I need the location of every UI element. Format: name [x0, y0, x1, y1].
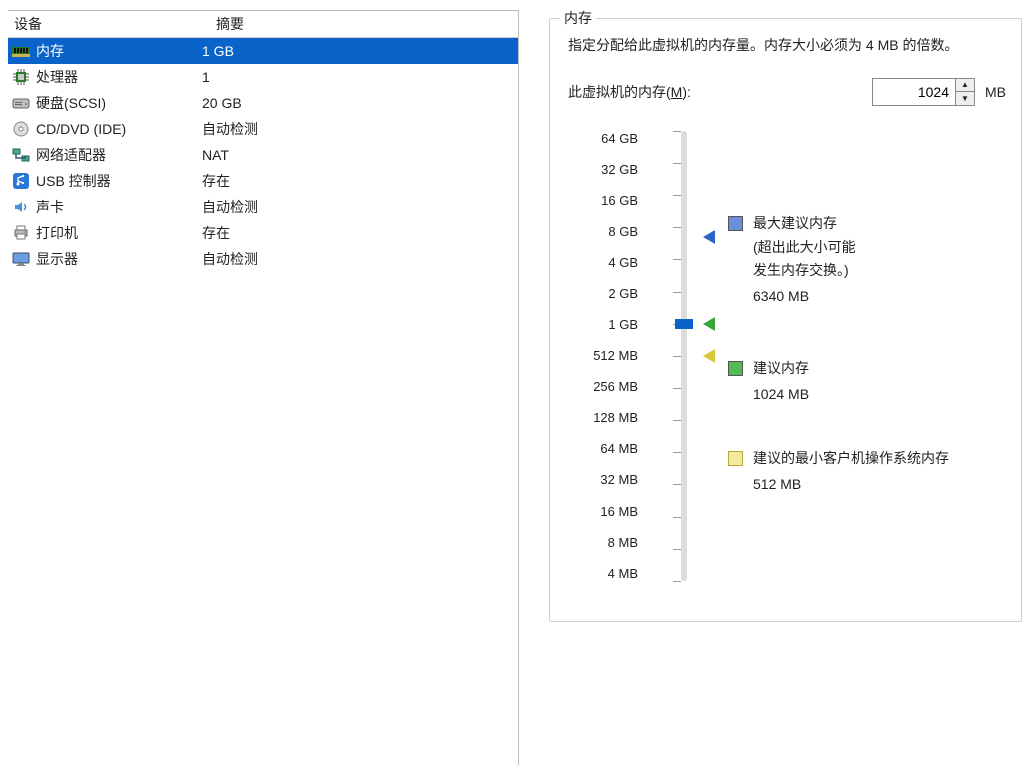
memory-input[interactable]: [873, 79, 955, 105]
slider-tick-label: 32 GB: [568, 162, 638, 177]
memory-input-label: 此虚拟机的内存(M):: [568, 82, 691, 102]
slider-tick-label: 4 MB: [568, 566, 638, 581]
memory-desc: 指定分配给此虚拟机的内存量。内存大小必须为 4 MB 的倍数。: [568, 34, 1006, 58]
slider-tick-mark: [673, 388, 681, 389]
sound-icon: [12, 198, 30, 216]
hardware-summary: 自动检测: [198, 116, 518, 142]
nic-icon: [12, 146, 30, 164]
slider-tick-label: 8 MB: [568, 535, 638, 550]
hdd-icon: [12, 94, 30, 112]
slider-tick-mark: [673, 292, 681, 293]
slider-tick-label: 1 GB: [568, 317, 638, 332]
hardware-summary: NAT: [198, 142, 518, 168]
spinner-up-button[interactable]: ▲: [956, 79, 974, 93]
memory-icon: [12, 42, 30, 60]
spinner-down-button[interactable]: ▼: [956, 92, 974, 105]
hardware-summary: 存在: [198, 168, 518, 194]
hardware-row-disc[interactable]: CD/DVD (IDE) 自动检测: [8, 116, 518, 142]
hardware-name: 显示器: [36, 246, 78, 272]
slider-tick-mark: [673, 195, 681, 196]
memory-slider[interactable]: [663, 131, 703, 581]
hardware-row-nic[interactable]: 网络适配器 NAT: [8, 142, 518, 168]
hardware-list-header: 设备 摘要: [8, 11, 518, 38]
slider-tick-mark: [673, 227, 681, 228]
slider-tick-label: 256 MB: [568, 379, 638, 394]
slider-tick-label: 64 GB: [568, 131, 638, 146]
slider-tick-mark: [673, 356, 681, 357]
slider-tick-mark: [673, 517, 681, 518]
hardware-summary: 1 GB: [198, 38, 518, 64]
hardware-summary: 自动检测: [198, 246, 518, 272]
hardware-list: 设备 摘要 内存1 GB处理器1硬盘(SCSI)20 GBCD/DVD (IDE…: [8, 10, 519, 765]
legend-rec: 建议内存 1024 MB: [728, 357, 809, 407]
slider-tick-mark: [673, 259, 681, 260]
hardware-row-memory[interactable]: 内存 1 GB: [8, 38, 518, 64]
hardware-summary: 1: [198, 64, 518, 90]
marker-min-pointer-icon: [703, 349, 715, 363]
slider-tick-mark: [673, 131, 681, 132]
slider-tick-labels: 64 GB 32 GB 16 GB 8 GB 4 GB 2 GB 1 GB 512 MB 256…: [568, 131, 638, 581]
slider-tick-mark: [673, 484, 681, 485]
hardware-summary: 自动检测: [198, 194, 518, 220]
slider-tick-label: 8 GB: [568, 224, 638, 239]
memory-input-line: 此虚拟机的内存(M): ▲ ▼ MB: [568, 78, 1006, 106]
hardware-name: 打印机: [36, 220, 78, 246]
hardware-row-usb[interactable]: USB 控制器 存在: [8, 168, 518, 194]
slider-tick-mark: [673, 581, 681, 582]
marker-max-pointer-icon: [703, 230, 715, 244]
slider-tick-label: 64 MB: [568, 441, 638, 456]
hardware-row-hdd[interactable]: 硬盘(SCSI) 20 GB: [8, 90, 518, 116]
memory-group: 内存 指定分配给此虚拟机的内存量。内存大小必须为 4 MB 的倍数。 此虚拟机的…: [549, 18, 1022, 622]
slider-tick-label: 2 GB: [568, 286, 638, 301]
slider-tick-label: 16 MB: [568, 504, 638, 519]
hardware-name: 处理器: [36, 64, 78, 90]
slider-tick-label: 128 MB: [568, 410, 638, 425]
hardware-name: 硬盘(SCSI): [36, 90, 106, 116]
slider-tick-label: 4 GB: [568, 255, 638, 270]
slider-thumb[interactable]: [675, 319, 693, 329]
slider-tick-label: 16 GB: [568, 193, 638, 208]
hardware-row-cpu[interactable]: 处理器 1: [8, 64, 518, 90]
printer-icon: [12, 224, 30, 242]
hardware-name: USB 控制器: [36, 168, 111, 194]
header-device: 设备: [8, 11, 210, 37]
slider-tick-mark: [673, 549, 681, 550]
header-summary: 摘要: [210, 11, 518, 37]
hardware-row-printer[interactable]: 打印机 存在: [8, 220, 518, 246]
slider-tick-label: 32 MB: [568, 472, 638, 487]
hardware-name: 网络适配器: [36, 142, 106, 168]
memory-group-title: 内存: [560, 8, 596, 28]
memory-unit: MB: [985, 84, 1006, 100]
legend-min: 建议的最小客户机操作系统内存 512 MB: [728, 447, 949, 497]
disc-icon: [12, 120, 30, 138]
hardware-row-sound[interactable]: 声卡 自动检测: [8, 194, 518, 220]
memory-spinner[interactable]: ▲ ▼: [872, 78, 975, 106]
legend-max: 最大建议内存 (超出此大小可能 发生内存交换。) 6340 MB: [728, 212, 856, 309]
hardware-row-display[interactable]: 显示器 自动检测: [8, 246, 518, 272]
hardware-summary: 20 GB: [198, 90, 518, 116]
usb-icon: [12, 172, 30, 190]
cpu-icon: [12, 68, 30, 86]
slider-tick-mark: [673, 163, 681, 164]
slider-tick-label: 512 MB: [568, 348, 638, 363]
hardware-name: CD/DVD (IDE): [36, 116, 126, 142]
legend-rec-swatch-icon: [728, 361, 743, 376]
hardware-name: 内存: [36, 38, 64, 64]
memory-legend: 最大建议内存 (超出此大小可能 发生内存交换。) 6340 MB 建议内存 10…: [728, 131, 1006, 581]
slider-tick-mark: [673, 420, 681, 421]
marker-rec-pointer-icon: [703, 317, 715, 331]
legend-max-swatch-icon: [728, 216, 743, 231]
slider-tick-mark: [673, 452, 681, 453]
legend-min-swatch-icon: [728, 451, 743, 466]
hardware-summary: 存在: [198, 220, 518, 246]
slider-track: [681, 131, 687, 581]
hardware-name: 声卡: [36, 194, 64, 220]
display-icon: [12, 250, 30, 268]
